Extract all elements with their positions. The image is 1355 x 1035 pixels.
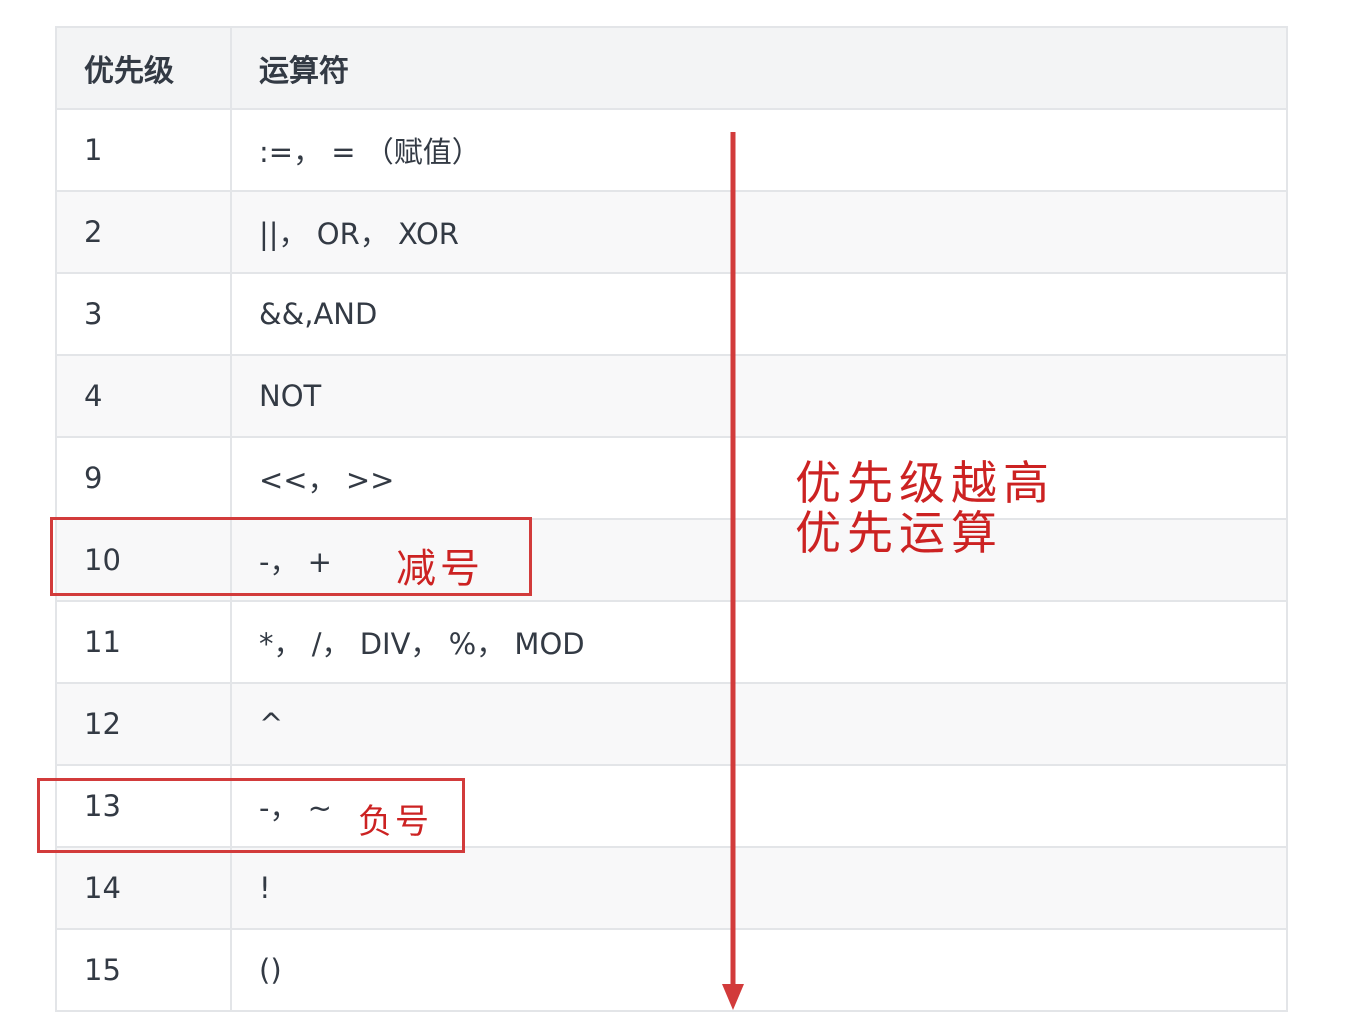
priority-note-line1: 优先级越高 <box>795 456 1055 510</box>
priority-note: 优先级越高 优先运算 <box>795 458 1055 558</box>
priority-cell: 14 <box>55 846 232 930</box>
arrow-head <box>722 984 744 1010</box>
priority-note-line2: 优先运算 <box>795 506 1003 560</box>
header-operator: 运算符 <box>230 26 1288 110</box>
table-row: 11 *， /， DIV， %， MOD <box>55 600 1288 684</box>
priority-cell: 11 <box>55 600 232 684</box>
table-row: 1 :=， = （赋值） <box>55 108 1288 192</box>
priority-cell: 9 <box>55 436 232 520</box>
table-row: 2 ||， OR， XOR <box>55 190 1288 274</box>
priority-cell: 12 <box>55 682 232 766</box>
priority-cell: 4 <box>55 354 232 438</box>
subtract-note: 减号 <box>396 546 484 592</box>
table-row: 3 &&,AND <box>55 272 1288 356</box>
down-arrow-icon <box>722 132 744 1010</box>
table-row: 12 ^ <box>55 682 1288 766</box>
table-row: 14 ! <box>55 846 1288 930</box>
priority-cell: 2 <box>55 190 232 274</box>
table-row: 15 () <box>55 928 1288 1012</box>
negative-note: 负号 <box>358 802 432 842</box>
priority-cell: 1 <box>55 108 232 192</box>
header-priority: 优先级 <box>55 26 232 110</box>
table-row: 9 <<， >> <box>55 436 1288 520</box>
priority-cell: 3 <box>55 272 232 356</box>
priority-cell: 15 <box>55 928 232 1012</box>
table-header-row: 优先级 运算符 <box>55 26 1288 110</box>
table-row: 4 NOT <box>55 354 1288 438</box>
